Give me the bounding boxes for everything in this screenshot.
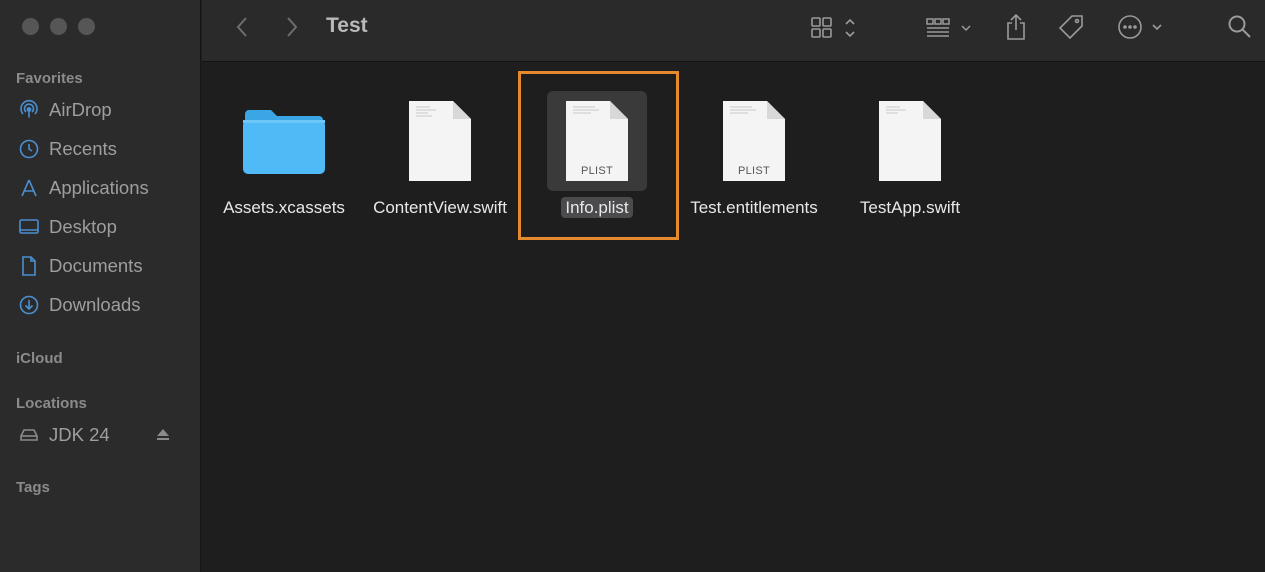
applications-icon	[18, 177, 40, 199]
file-type-badge: PLIST	[580, 165, 614, 177]
sidebar-item-airdrop[interactable]: AirDrop	[18, 95, 193, 125]
icloud-section-title: iCloud	[16, 350, 63, 367]
sidebar-item-label: Desktop	[49, 216, 117, 237]
document-icon	[18, 255, 40, 277]
file-name: Info.plist	[561, 197, 633, 218]
locations-section-title: Locations	[16, 395, 87, 412]
file-item-assets[interactable]: Assets.xcassets	[204, 63, 364, 217]
toolbar: Test	[202, 0, 1265, 62]
file-item-contentview[interactable]: ContentView.swift	[360, 63, 520, 217]
sidebar-item-label: Recents	[49, 138, 117, 159]
more-icon[interactable]	[1116, 13, 1168, 41]
sidebar-item-applications[interactable]: Applications	[18, 173, 193, 203]
airdrop-icon	[18, 99, 40, 121]
file-name: Test.entitlements	[690, 198, 818, 217]
file-browser: Assets.xcassets ContentView.swift PLIST …	[202, 63, 1265, 572]
sidebar-item-desktop[interactable]: Desktop	[18, 212, 193, 242]
sidebar-item-label: Documents	[49, 255, 143, 276]
plist-document-icon: PLIST	[704, 91, 804, 191]
close-window-button[interactable]	[22, 18, 39, 35]
window-title: Test	[326, 14, 368, 37]
drive-icon	[18, 424, 40, 446]
file-name: TestApp.swift	[859, 198, 961, 217]
zoom-window-button[interactable]	[78, 18, 95, 35]
file-name: ContentView.swift	[373, 198, 507, 217]
plist-document-icon: PLIST	[547, 91, 647, 191]
sidebar-item-recents[interactable]: Recents	[18, 134, 193, 164]
download-icon	[18, 294, 40, 316]
file-item-info-plist[interactable]: PLIST Info.plist	[517, 63, 677, 218]
favorites-section-title: Favorites	[16, 70, 83, 87]
search-icon[interactable]	[1226, 13, 1254, 41]
file-name: Assets.xcassets	[223, 198, 345, 217]
sidebar-item-label: Applications	[49, 177, 149, 198]
sidebar-item-label: AirDrop	[49, 99, 112, 120]
tags-section-title: Tags	[16, 479, 50, 496]
eject-icon[interactable]	[155, 426, 171, 442]
clock-icon	[18, 138, 40, 160]
document-icon	[860, 91, 960, 191]
group-icon[interactable]	[924, 14, 976, 42]
sidebar-item-documents[interactable]: Documents	[18, 251, 193, 281]
sidebar-item-downloads[interactable]: Downloads	[18, 290, 193, 320]
window-controls	[22, 18, 95, 35]
minimize-window-button[interactable]	[50, 18, 67, 35]
file-item-test-entitlements[interactable]: PLIST Test.entitlements	[674, 63, 834, 217]
sidebar-item-label: JDK 24	[49, 424, 110, 445]
file-item-testapp[interactable]: TestApp.swift	[830, 63, 990, 217]
share-icon[interactable]	[1002, 11, 1030, 43]
sidebar: Favorites AirDrop Recents Applications D…	[0, 0, 201, 572]
back-icon[interactable]	[230, 14, 254, 40]
file-type-badge: PLIST	[737, 165, 771, 177]
folder-icon	[234, 91, 334, 191]
forward-icon[interactable]	[280, 14, 304, 40]
sidebar-item-label: Downloads	[49, 294, 141, 315]
tag-icon[interactable]	[1056, 12, 1086, 42]
desktop-icon	[18, 216, 40, 238]
document-icon	[390, 91, 490, 191]
icon-view-icon[interactable]	[809, 14, 859, 42]
